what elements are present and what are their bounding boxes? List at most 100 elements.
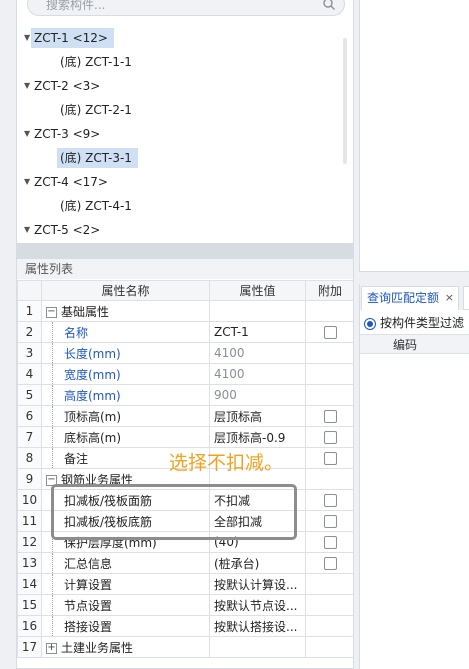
col-header-code[interactable]: 编码 — [360, 334, 469, 354]
tree-connector-line — [52, 448, 53, 468]
property-list-title: 属性列表 — [17, 259, 353, 279]
tree-item-label: ZCT-3 <9> — [34, 127, 101, 141]
property-row[interactable]: 2 名称 ZCT-1 — [17, 321, 353, 343]
property-name-text: 保护层厚度(mm) — [64, 535, 157, 550]
property-value — [209, 300, 306, 322]
col-header-extra[interactable]: 附加 — [305, 280, 353, 301]
tree-connector-line — [52, 427, 53, 447]
property-row[interactable]: 4 宽度(mm) 4100 — [17, 363, 353, 385]
property-name: 搭接设置 — [41, 615, 210, 637]
extra-cell — [305, 489, 353, 511]
property-name-text: 基础属性 — [61, 304, 110, 319]
tree-child-item[interactable]: (底) ZCT-4-1 — [17, 194, 347, 218]
extra-cell — [305, 594, 353, 616]
filter-by-type-radio[interactable]: 按构件类型过滤 — [364, 314, 464, 332]
extra-cell — [305, 468, 353, 490]
property-group-name: − 基础属性 — [41, 300, 210, 322]
component-tree: ▼ ZCT-1 <12> (底) ZCT-1-1 ▼ ZCT-2 <3> (底) ZCT-… — [17, 26, 347, 242]
extra-checkbox[interactable] — [323, 494, 337, 507]
radio-label: 按构件类型过滤 — [380, 316, 465, 330]
tree-child-item[interactable]: (底) ZCT-3-1 — [17, 146, 347, 170]
property-value[interactable]: ZCT-1 — [209, 321, 306, 343]
property-row[interactable]: 1− 基础属性 — [17, 300, 353, 322]
property-value — [209, 636, 306, 658]
extra-cell — [305, 300, 353, 322]
tree-group-item[interactable]: ▼ ZCT-5 <2> — [17, 218, 347, 242]
property-value[interactable]: 按默认节点设... — [209, 594, 306, 616]
row-number: 4 — [17, 363, 42, 385]
property-row[interactable]: 17 + 土建业务属性 — [17, 636, 353, 658]
property-row[interactable]: 6 顶标高(m) 层顶标高 — [17, 405, 353, 427]
collapse-icon[interactable]: − — [46, 474, 57, 486]
property-value[interactable]: (40) — [209, 531, 306, 553]
property-name: 节点设置 — [41, 594, 210, 616]
tree-connector-line — [52, 553, 53, 573]
property-value[interactable]: 4100 — [209, 363, 306, 385]
extra-checkbox[interactable] — [323, 557, 337, 570]
property-row[interactable]: 11 扣减板/筏板底筋 全部扣减 — [17, 510, 353, 532]
extra-checkbox[interactable] — [323, 326, 337, 339]
property-row[interactable]: 16 搭接设置 按默认搭接设... — [17, 615, 353, 637]
tree-item-label: (底) ZCT-3-1 — [57, 148, 138, 168]
close-icon[interactable]: × — [445, 287, 454, 309]
tab-query-quota[interactable]: 查询匹配定额 × — [361, 286, 459, 310]
property-name: 扣减板/筏板底筋 — [41, 510, 210, 532]
property-name: 宽度(mm) — [41, 363, 210, 385]
property-value[interactable]: 全部扣减 — [209, 510, 306, 532]
property-value[interactable]: 4100 — [209, 342, 306, 364]
property-value[interactable]: (桩承台) — [209, 552, 306, 574]
tree-group-item[interactable]: ▼ ZCT-4 <17> — [17, 170, 347, 194]
extra-checkbox[interactable] — [323, 452, 337, 465]
property-value[interactable]: 按默认搭接设... — [209, 615, 306, 637]
property-name: 顶标高(m) — [41, 405, 210, 427]
property-value[interactable]: 层顶标高 — [209, 405, 306, 427]
property-value[interactable]: 不扣减 — [209, 489, 306, 511]
property-row[interactable]: 15 节点设置 按默认节点设... — [17, 594, 353, 616]
property-row[interactable]: 14 计算设置 按默认计算设... — [17, 573, 353, 595]
property-name: 名称 — [41, 321, 210, 343]
property-row[interactable]: 7 底标高(m) 层顶标高-0.9 — [17, 426, 353, 448]
row-number: 8 — [17, 447, 42, 469]
extra-cell — [305, 405, 353, 427]
property-row[interactable]: 3 长度(mm) 4100 — [17, 342, 353, 364]
tree-group-item[interactable]: ▼ ZCT-3 <9> — [17, 122, 347, 146]
tree-item-label: ZCT-1 <12> — [31, 28, 114, 48]
tree-child-item[interactable]: (底) ZCT-2-1 — [17, 98, 347, 122]
radio-icon[interactable] — [364, 317, 376, 330]
collapse-icon[interactable]: − — [46, 306, 57, 318]
search-input[interactable]: 搜索构件... — [46, 0, 105, 13]
property-row[interactable]: 13 汇总信息 (桩承台) — [17, 552, 353, 574]
row-number: 16 — [17, 615, 42, 637]
property-value[interactable]: 层顶标高-0.9 — [209, 426, 306, 448]
component-tree-panel: 搜索构件... ▼ ZCT-1 <12> (底) ZCT-1-1 ▼ ZCT-2 <3>… — [16, 0, 354, 244]
search-box[interactable]: 搜索构件... — [27, 0, 345, 16]
property-row[interactable]: 10 扣减板/筏板面筋 不扣减 — [17, 489, 353, 511]
tree-scrollbar[interactable] — [343, 38, 347, 164]
property-name-text: 搭接设置 — [64, 619, 113, 634]
property-name: 汇总信息 — [41, 552, 210, 574]
property-name-text: 顶标高(m) — [64, 409, 122, 424]
extra-checkbox[interactable] — [323, 410, 337, 423]
splitter[interactable] — [16, 244, 354, 258]
row-number: 14 — [17, 573, 42, 595]
col-header-value[interactable]: 属性值 — [209, 280, 306, 301]
search-icon[interactable] — [322, 0, 336, 11]
property-value[interactable]: 900 — [209, 384, 306, 406]
tree-group-item[interactable]: ▼ ZCT-2 <3> — [17, 74, 347, 98]
property-name-text: 计算设置 — [64, 577, 113, 592]
row-number: 11 — [17, 510, 42, 532]
annotation-text: 选择不扣减。 — [169, 452, 284, 474]
extra-checkbox[interactable] — [323, 515, 337, 528]
col-header-name[interactable]: 属性名称 — [41, 280, 210, 301]
property-row[interactable]: 12 保护层厚度(mm) (40) — [17, 531, 353, 553]
tree-connector-line — [52, 511, 53, 531]
tree-group-item[interactable]: ▼ ZCT-1 <12> — [17, 26, 347, 50]
property-value[interactable]: 按默认计算设... — [209, 573, 306, 595]
tree-child-item[interactable]: (底) ZCT-1-1 — [17, 50, 347, 74]
extra-checkbox[interactable] — [323, 536, 337, 549]
right-top-panel — [359, 0, 469, 272]
expand-icon[interactable]: + — [46, 642, 57, 654]
tab-next[interactable] — [463, 286, 469, 310]
extra-checkbox[interactable] — [323, 431, 337, 444]
property-row[interactable]: 5 高度(mm) 900 — [17, 384, 353, 406]
